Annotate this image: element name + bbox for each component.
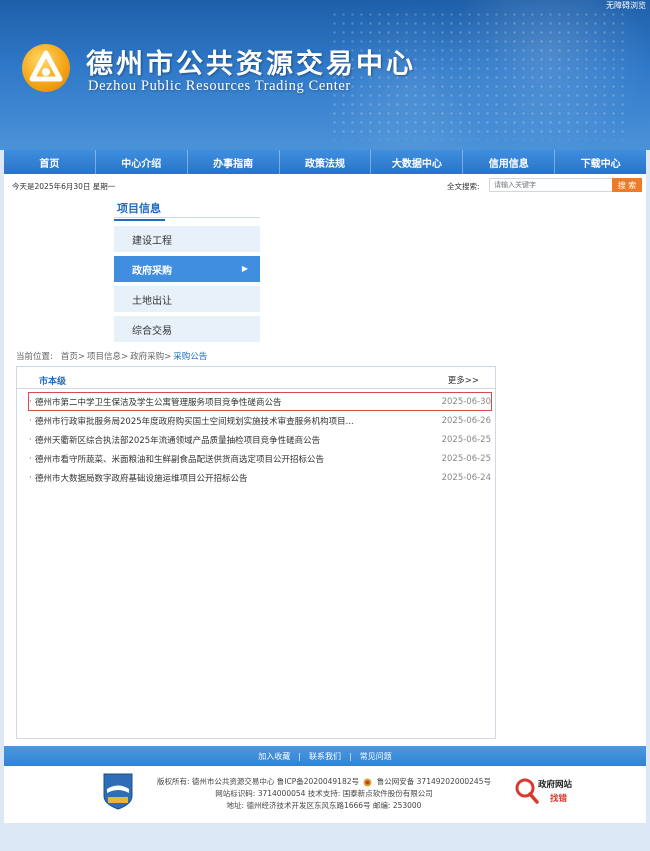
footer-separator: | xyxy=(298,751,301,761)
search-label: 全文搜索: xyxy=(447,182,480,191)
breadcrumb: 当前位置: 首页> 项目信息> 政府采购> 采购公告 xyxy=(16,350,207,362)
gov-error-label: 找错 xyxy=(550,794,568,804)
breadcrumb-procurement[interactable]: 政府采购> xyxy=(130,350,171,362)
site-title: 德州市公共资源交易中心 xyxy=(86,49,416,80)
add-favorite-link[interactable]: 加入收藏 xyxy=(258,751,290,762)
nav-bigdata[interactable]: 大数据中心 xyxy=(371,150,464,174)
footer-info: 版权所有: 德州市公共资源交易中心 鲁ICP备2020049182号 鲁公网安备… xyxy=(144,776,504,812)
panel-title: 市本级 xyxy=(39,377,67,387)
list-item-title: 德州市大数据局数字政府基础设施运维项目公开招标公告 xyxy=(35,473,248,484)
more-link[interactable]: 更多>> xyxy=(448,374,479,386)
sidebar-item-procurement[interactable]: 政府采购 ▶ xyxy=(114,256,260,282)
list-item-title: 德州市第二中学卫生保洁及学生公寓管理服务项目竞争性磋商公告 xyxy=(35,397,282,408)
list-item-date: 2025-06-30 xyxy=(441,396,491,407)
current-date: 今天是2025年6月30日 星期一 xyxy=(12,182,116,191)
site-footer: 版权所有: 德州市公共资源交易中心 鲁ICP备2020049182号 鲁公网安备… xyxy=(4,766,646,823)
gov-site-error-report[interactable]: 政府网站 找错 xyxy=(514,776,584,806)
contact-us-link[interactable]: 联系我们 xyxy=(309,751,341,762)
site-subtitle: Dezhou Public Resources Trading Center xyxy=(88,78,351,94)
site-header: 无障碍浏览 德州市公共资源交易中心 Dezhou Public Resource… xyxy=(0,0,650,150)
nav-guide[interactable]: 办事指南 xyxy=(188,150,280,174)
public-institution-badge-icon[interactable] xyxy=(102,772,134,810)
list-item-date: 2025-06-25 xyxy=(441,434,491,445)
sidebar-item-comprehensive[interactable]: 综合交易 xyxy=(114,316,260,342)
sidebar-title: 项目信息 xyxy=(114,198,165,221)
sidebar-item-label: 政府采购 xyxy=(132,265,172,277)
list-item[interactable]: · 德州市行政审批服务局2025年度政府购买国土空间规划实施技术审查服务机构项目… xyxy=(29,412,491,429)
list-item-date: 2025-06-26 xyxy=(441,415,491,426)
list-item-title: 德州市看守所蔬菜、米面粮油和生鲜副食品配送供货商选定项目公开招标公告 xyxy=(35,454,325,465)
police-emblem-icon xyxy=(363,778,372,787)
list-item-date: 2025-06-24 xyxy=(441,472,491,483)
list-item[interactable]: · 德州市看守所蔬菜、米面粮油和生鲜副食品配送供货商选定项目公开招标公告 202… xyxy=(29,450,491,467)
sidebar-item-label: 土地出让 xyxy=(132,295,172,307)
sidebar-item-construction[interactable]: 建设工程 xyxy=(114,226,260,252)
list-item[interactable]: · 德州市第二中学卫生保洁及学生公寓管理服务项目竞争性磋商公告 2025-06-… xyxy=(28,392,492,411)
panel-header: 市本级 更多>> xyxy=(17,367,495,389)
nav-download[interactable]: 下载中心 xyxy=(555,150,646,174)
accessibility-link[interactable]: 无障碍浏览 xyxy=(606,0,646,11)
footer-address: 地址: 德州经济技术开发区东风东路1666号 邮编: 253000 xyxy=(226,801,422,810)
list-item-date: 2025-06-25 xyxy=(441,453,491,464)
breadcrumb-current[interactable]: 采购公告 xyxy=(173,350,207,362)
faq-link[interactable]: 常见问题 xyxy=(360,751,392,762)
nav-about[interactable]: 中心介绍 xyxy=(96,150,188,174)
list-item-title: 德州天衢新区综合执法部2025年流通领域产品质量抽检项目竞争性磋商公告 xyxy=(35,435,321,446)
footer-copyright: 版权所有: 德州市公共资源交易中心 鲁ICP备2020049182号 xyxy=(157,777,359,786)
list-item-title: 德州市行政审批服务局2025年度政府购买国土空间规划实施技术审查服务机构项目..… xyxy=(35,416,354,427)
breadcrumb-home[interactable]: 首页> xyxy=(61,350,85,362)
nav-home[interactable]: 首页 xyxy=(4,150,96,174)
content-frame: 今天是2025年6月30日 星期一 全文搜索: 搜 索 项目信息 建设工程 政府… xyxy=(4,174,646,746)
sidebar-item-label: 建设工程 xyxy=(132,235,172,247)
search-input[interactable] xyxy=(489,178,613,192)
footer-links-bar: 加入收藏 | 联系我们 | 常见问题 xyxy=(4,746,646,766)
site-logo-icon xyxy=(22,44,70,92)
footer-police-record[interactable]: 鲁公网安备 37149202000245号 xyxy=(377,777,491,786)
breadcrumb-project-info[interactable]: 项目信息> xyxy=(87,350,128,362)
sidebar-item-land[interactable]: 土地出让 xyxy=(114,286,260,312)
footer-separator: | xyxy=(349,751,352,761)
search-button[interactable]: 搜 索 xyxy=(612,178,642,192)
chevron-right-icon: ▶ xyxy=(241,264,248,273)
breadcrumb-prefix: 当前位置: xyxy=(16,352,53,362)
sidebar-item-label: 综合交易 xyxy=(132,325,172,337)
list-item[interactable]: · 德州市大数据局数字政府基础设施运维项目公开招标公告 2025-06-24 xyxy=(29,469,491,486)
nav-credit[interactable]: 信用信息 xyxy=(463,150,556,174)
nav-policy[interactable]: 政策法规 xyxy=(280,150,372,174)
sidebar-header: 项目信息 xyxy=(114,198,260,221)
footer-site-id: 网站标识码: 3714000054 技术支持: 国泰新点软件股份有限公司 xyxy=(215,789,433,798)
main-nav: 首页 中心介绍 办事指南 政策法规 大数据中心 信用信息 下载中心 xyxy=(4,150,646,174)
announcement-panel: 市本级 更多>> · 德州市第二中学卫生保洁及学生公寓管理服务项目竞争性磋商公告… xyxy=(16,366,496,739)
list-item[interactable]: · 德州天衢新区综合执法部2025年流通领域产品质量抽检项目竞争性磋商公告 20… xyxy=(29,431,491,448)
gov-site-label: 政府网站 xyxy=(538,780,573,790)
